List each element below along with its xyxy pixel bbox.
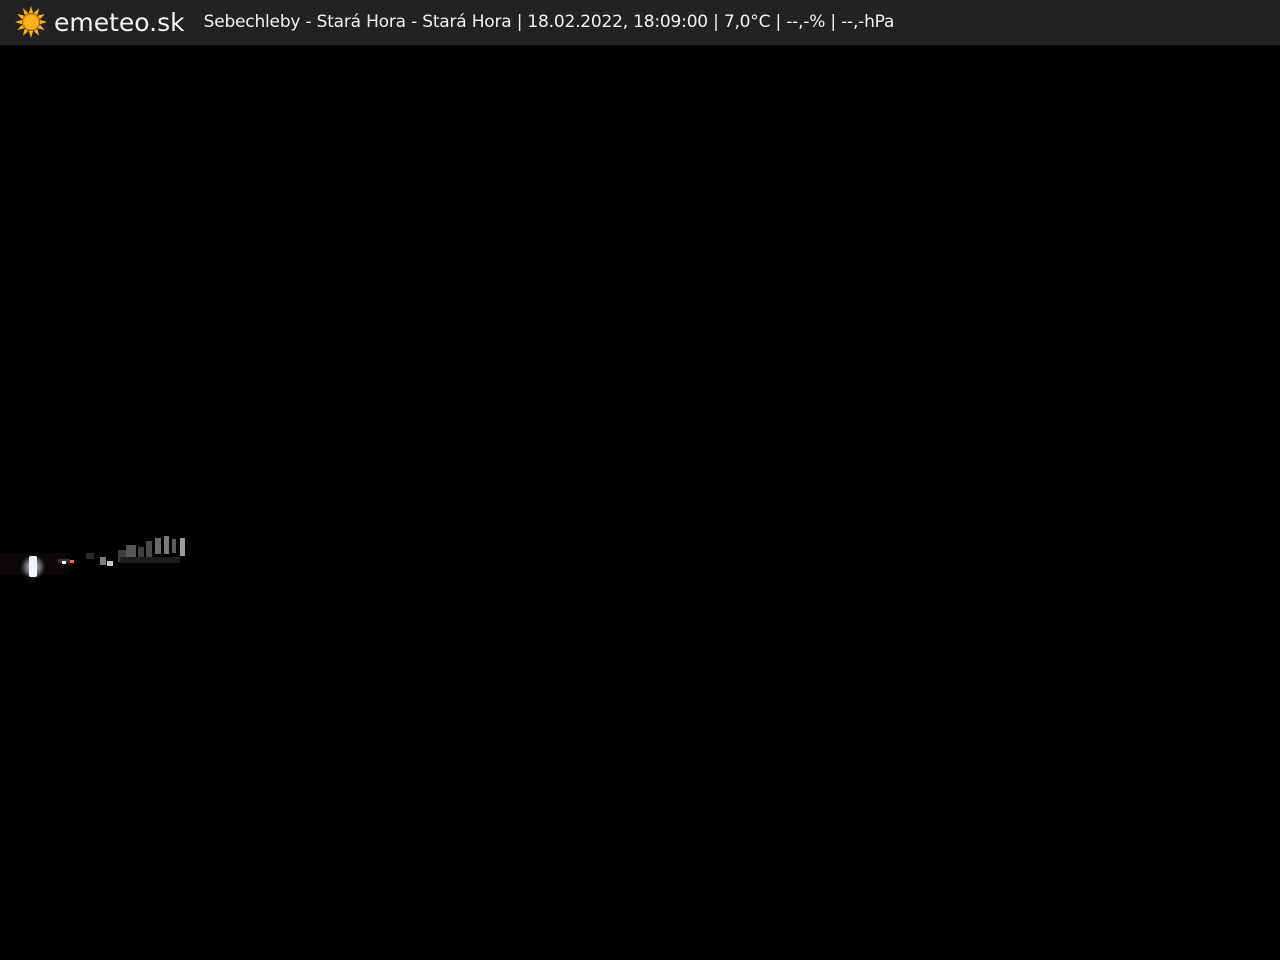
night-scene [0,45,1280,960]
webcam-frame: emeteo.sk Sebechleby - Stará Hora - Star… [0,0,1280,960]
header-bar: emeteo.sk Sebechleby - Stará Hora - Star… [0,0,1280,45]
logo[interactable]: emeteo.sk [14,5,185,39]
sun-icon [15,6,47,38]
webcam-image [0,45,1280,960]
brand-name: emeteo.sk [54,7,185,37]
camera-caption: Sebechleby - Stará Hora - Stará Hora | 1… [203,12,895,32]
